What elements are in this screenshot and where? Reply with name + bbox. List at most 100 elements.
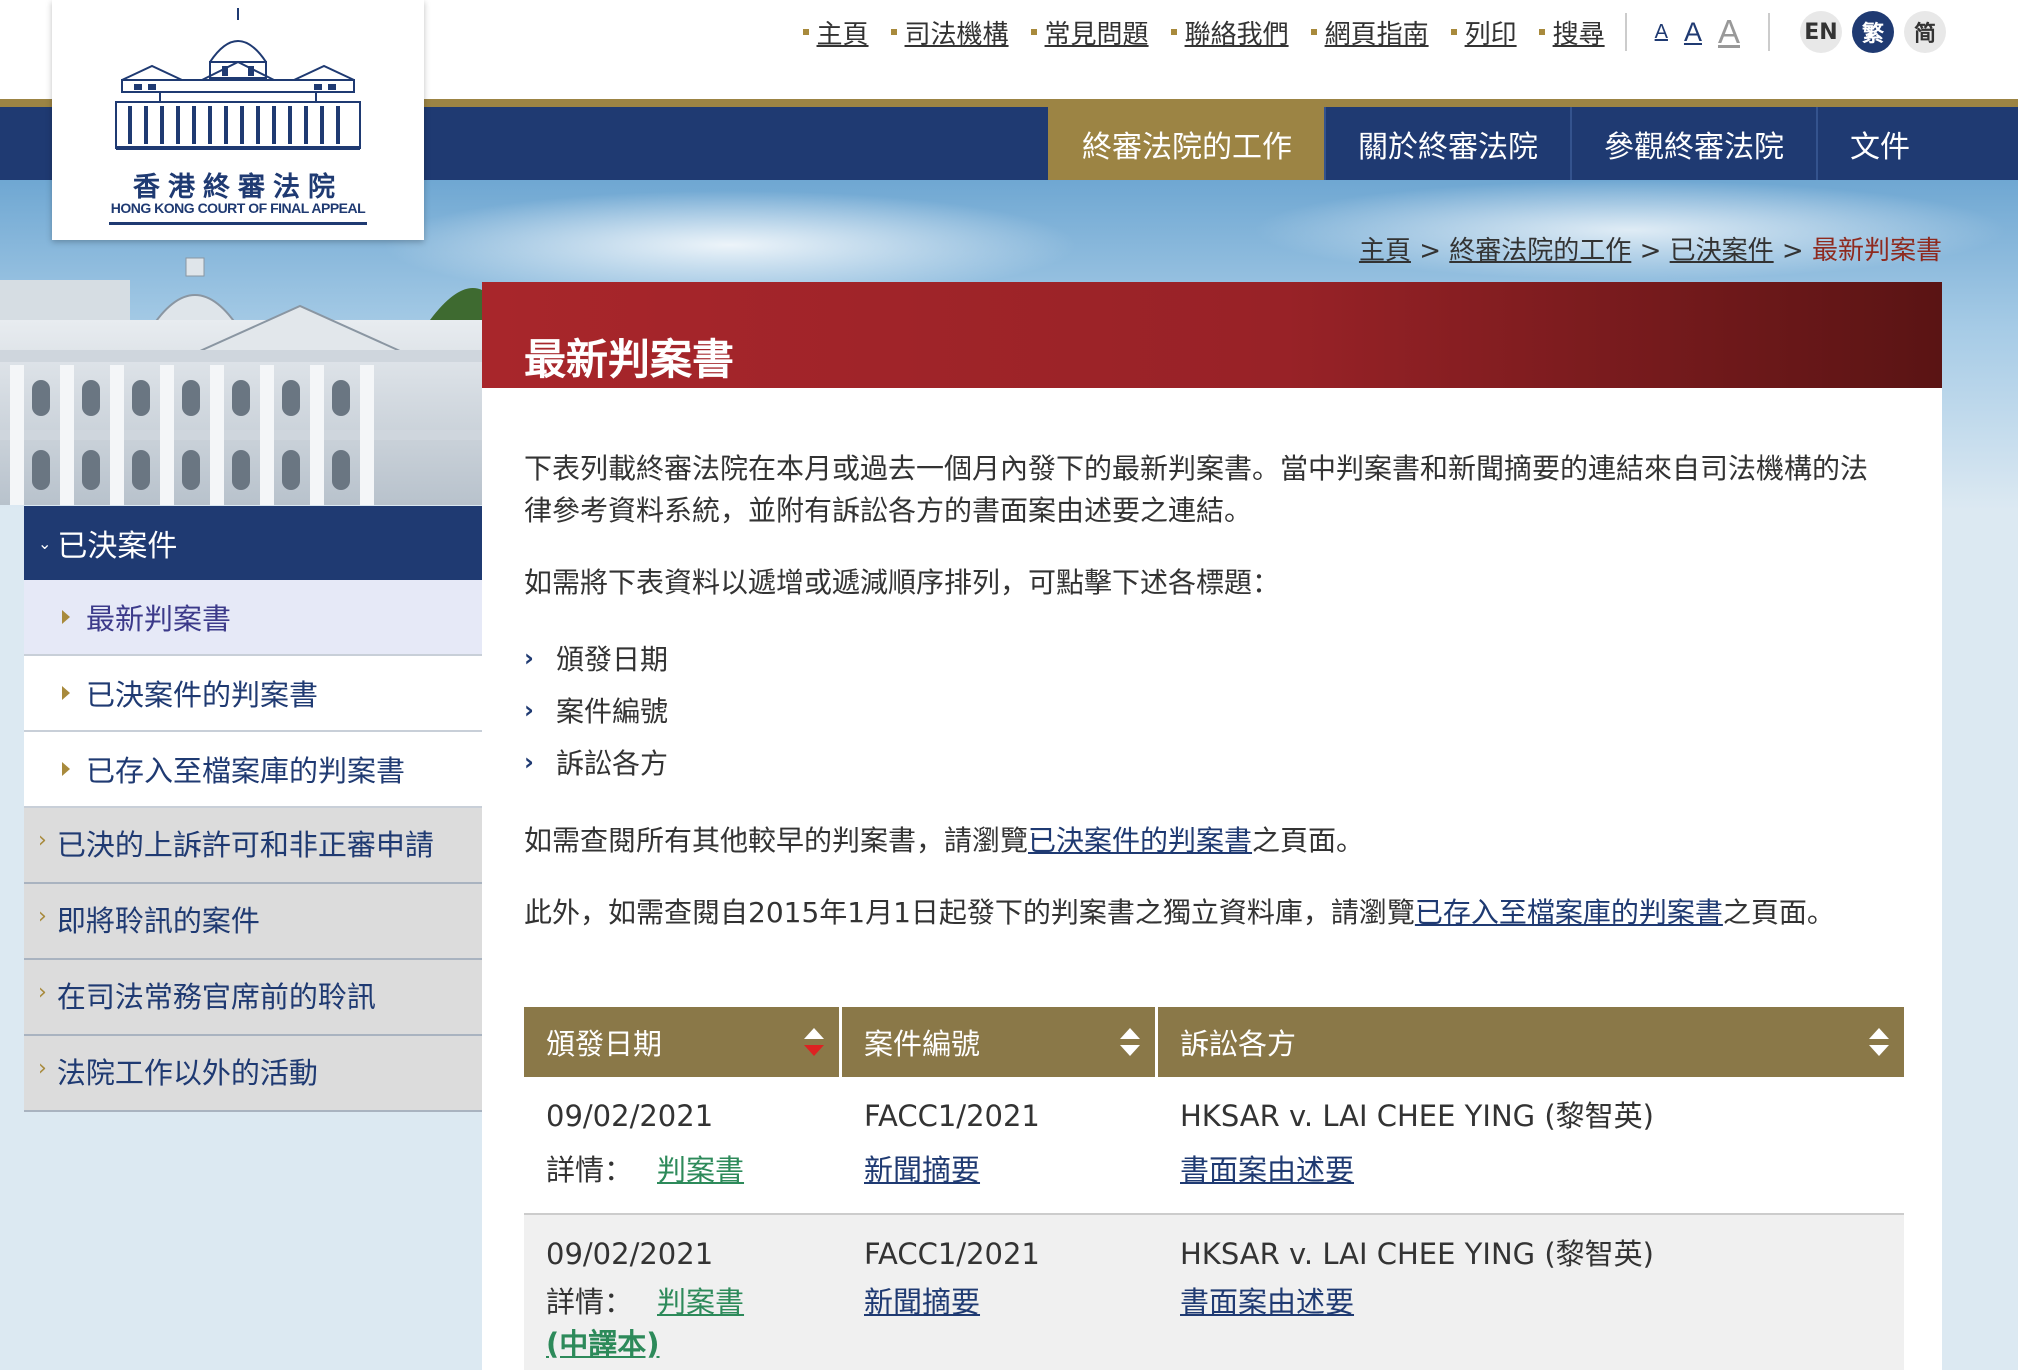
- table-row: 09/02/2021 詳情： 判案書 (中譯本) FACC1/2021 新聞摘要 H…: [524, 1215, 1904, 1370]
- main-content: 最新判案書 下表列載終審法院在本月或過去一個月內發下的最新判案書。當中判案書和新…: [482, 282, 1942, 1370]
- intro-paragraph: 下表列載終審法院在本月或過去一個月內發下的最新判案書。當中判案書和新聞摘要的連結…: [524, 452, 1869, 527]
- lang-simplified-button[interactable]: 简: [1904, 11, 1946, 53]
- logo-english-text: HONG KONG COURT OF FINAL APPEAL: [110, 200, 366, 216]
- sidebar-item-other-activities[interactable]: › 法院工作以外的活動: [24, 1036, 482, 1112]
- sort-item-label: 訴訟各方: [556, 747, 669, 780]
- judgment-link[interactable]: 判案書: [657, 1153, 744, 1187]
- util-link-label[interactable]: 司法機構: [905, 14, 1009, 51]
- archive-link[interactable]: 已存入至檔案庫的判案書: [1415, 896, 1723, 929]
- util-link-label[interactable]: 搜尋: [1553, 14, 1605, 51]
- sidebar-item-label: 最新判案書: [86, 602, 232, 636]
- main-nav-work[interactable]: 終審法院的工作: [1048, 107, 1324, 180]
- column-header-case-no[interactable]: 案件編號: [842, 1007, 1158, 1077]
- util-link-label[interactable]: 網頁指南: [1325, 14, 1429, 51]
- sidebar-item-archived-judgments[interactable]: 已存入至檔案庫的判案書: [24, 732, 482, 808]
- translation-link[interactable]: (中譯本): [546, 1327, 660, 1361]
- font-size-large-button[interactable]: A: [1718, 13, 1740, 51]
- util-link-label[interactable]: 聯絡我們: [1185, 14, 1289, 51]
- title-band: 最新判案書: [482, 282, 1942, 388]
- main-nav-documents[interactable]: 文件: [1816, 107, 1942, 180]
- list-item: › 案件編號: [524, 684, 668, 736]
- main-nav-visit[interactable]: 參觀終審法院: [1570, 107, 1816, 180]
- util-link-faq[interactable]: 常見問題: [1030, 14, 1149, 51]
- sidebar-item-label: 即將聆訊的案件: [56, 904, 260, 938]
- breadcrumb-work[interactable]: 終審法院的工作: [1449, 236, 1631, 266]
- utility-nav: 主頁 司法機構 常見問題 聯絡我們 網頁指南 列印 搜尋 A A A EN 繁 …: [781, 11, 1946, 53]
- parties-text: HKSAR v. LAI CHEE YING (黎智英): [1180, 1099, 1654, 1133]
- font-size-small-button[interactable]: A: [1655, 21, 1668, 44]
- sort-arrows-icon: [803, 1028, 825, 1056]
- sidebar-item-label: 已決案件的判案書: [86, 678, 319, 712]
- archive-paragraph: 此外，如需查閱自2015年1月1日起發下的判案書之獨立資料庫，請瀏覽已存入至檔案…: [524, 892, 1894, 934]
- util-link-label[interactable]: 主頁: [817, 14, 869, 51]
- court-building-logo-icon: [115, 8, 361, 150]
- case-number: FACC1/2021: [864, 1237, 1040, 1271]
- judgments-table: 頒發日期 案件編號 訴訟各方 09/02/2021 詳情： 判案書 FACC1/2…: [524, 1007, 1904, 1370]
- parties-text: HKSAR v. LAI CHEE YING (黎智英): [1180, 1237, 1654, 1271]
- util-link-guide[interactable]: 網頁指南: [1310, 14, 1429, 51]
- chevron-right-icon: ›: [38, 1056, 47, 1081]
- chevron-right-icon: ›: [38, 828, 47, 853]
- column-header-label: 訴訟各方: [1180, 1027, 1297, 1061]
- details-label: 詳情：: [546, 1285, 634, 1319]
- util-link-judiciary[interactable]: 司法機構: [890, 14, 1009, 51]
- sidebar-item-decided-judgments[interactable]: 已決案件的判案書: [24, 656, 482, 732]
- judgment-link[interactable]: 判案書: [657, 1285, 744, 1319]
- column-header-parties[interactable]: 訴訟各方: [1158, 1007, 1904, 1077]
- sidebar-item-upcoming-hearings[interactable]: › 即將聆訊的案件: [24, 884, 482, 960]
- press-summary-link[interactable]: 新聞摘要: [864, 1153, 980, 1187]
- chevron-right-icon: ›: [524, 748, 534, 776]
- older-judgments-link[interactable]: 已決案件的判案書: [1028, 824, 1252, 857]
- cases-link[interactable]: 書面案由述要: [1180, 1285, 1354, 1319]
- list-item: › 頒發日期: [524, 632, 668, 684]
- details-label: 詳情：: [546, 1153, 634, 1187]
- court-logo[interactable]: 香港終審法院 HONG KONG COURT OF FINAL APPEAL: [52, 0, 424, 240]
- main-nav-about[interactable]: 關於終審法院: [1324, 107, 1570, 180]
- cell-case-no: FACC1/2021 新聞摘要: [842, 1089, 1158, 1197]
- chevron-right-icon: ›: [524, 696, 534, 724]
- breadcrumb-decided-cases[interactable]: 已決案件: [1670, 236, 1774, 266]
- util-link-label[interactable]: 常見問題: [1045, 14, 1149, 51]
- breadcrumb-current: 最新判案書: [1811, 236, 1942, 266]
- breadcrumb-home[interactable]: 主頁: [1359, 236, 1411, 266]
- sort-arrows-icon: [1868, 1028, 1890, 1056]
- util-link-print[interactable]: 列印: [1450, 14, 1517, 51]
- column-header-date[interactable]: 頒發日期: [524, 1007, 842, 1077]
- older-text-pre: 如需查閱所有其他較早的判案書，請瀏覽: [524, 824, 1029, 857]
- table-header: 頒發日期 案件編號 訴訟各方: [524, 1007, 1904, 1077]
- breadcrumb-separator: >: [1639, 236, 1662, 266]
- sidebar-item-leave-applications[interactable]: › 已決的上訴許可和非正審申請: [24, 808, 482, 884]
- util-link-label[interactable]: 列印: [1465, 14, 1517, 51]
- sidebar-item-label: 已存入至檔案庫的判案書: [86, 754, 406, 788]
- table-row: 09/02/2021 詳情： 判案書 FACC1/2021 新聞摘要 HKSAR …: [524, 1077, 1904, 1215]
- page-title: 最新判案書: [524, 335, 735, 384]
- font-size-medium-button[interactable]: A: [1684, 17, 1702, 48]
- sort-arrows-icon: [1119, 1028, 1141, 1056]
- court-building-image: [0, 257, 482, 505]
- bullet-square-icon: [1310, 29, 1317, 35]
- bullet-square-icon: [1450, 29, 1457, 35]
- caret-right-icon: [62, 762, 70, 776]
- util-link-contact[interactable]: 聯絡我們: [1170, 14, 1289, 51]
- sort-item-label: 案件編號: [556, 695, 669, 728]
- bullet-square-icon: [802, 29, 809, 35]
- press-summary-link[interactable]: 新聞摘要: [864, 1285, 980, 1319]
- lang-traditional-button[interactable]: 繁: [1852, 11, 1894, 53]
- util-link-home[interactable]: 主頁: [802, 14, 869, 51]
- sort-intro: 如需將下表資料以遞增或遞減順序排列，可點擊下述各標題：: [524, 566, 1281, 599]
- older-text-post: 之頁面。: [1252, 824, 1365, 857]
- cases-link[interactable]: 書面案由述要: [1180, 1153, 1354, 1187]
- sidebar-section-decided-cases[interactable]: ⌄ 已決案件: [24, 506, 482, 580]
- lang-en-button[interactable]: EN: [1800, 11, 1842, 53]
- cell-parties: HKSAR v. LAI CHEE YING (黎智英) 書面案由述要: [1158, 1227, 1904, 1365]
- sidebar-item-registrar-hearings[interactable]: › 在司法常務官席前的聆訊: [24, 960, 482, 1036]
- bullet-square-icon: [890, 29, 897, 35]
- list-item: › 訴訟各方: [524, 736, 668, 788]
- util-link-search[interactable]: 搜尋: [1538, 14, 1605, 51]
- sidebar-section-label: 已決案件: [57, 529, 178, 564]
- case-number: FACC1/2021: [864, 1099, 1040, 1133]
- archive-text-pre: 此外，如需查閱自2015年1月1日起發下的判案書之獨立資料庫，請瀏覽: [524, 896, 1415, 929]
- sort-list: › 頒發日期 › 案件編號 › 訴訟各方: [524, 632, 668, 788]
- archive-text-post: 之頁面。: [1722, 896, 1835, 929]
- sidebar-item-latest-judgments[interactable]: 最新判案書: [24, 580, 482, 656]
